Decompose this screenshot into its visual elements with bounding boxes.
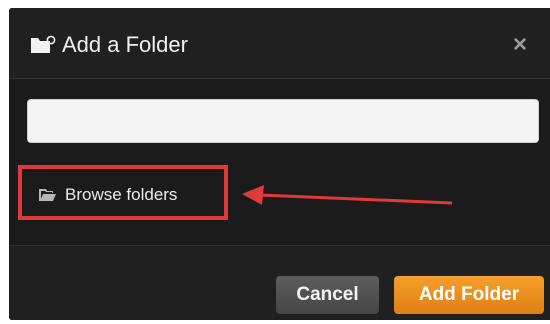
cancel-button[interactable]: Cancel bbox=[276, 276, 379, 314]
folder-path-input[interactable] bbox=[27, 99, 539, 143]
dialog-footer: Cancel Add Folder bbox=[9, 245, 550, 320]
browse-folders-link[interactable]: Browse folders bbox=[39, 185, 177, 205]
add-folder-dialog: Add a Folder × Browse folders Cancel Add… bbox=[9, 8, 550, 320]
folder-plus-icon bbox=[31, 35, 56, 53]
dialog-body: Browse folders bbox=[9, 79, 550, 245]
folder-open-icon bbox=[39, 188, 56, 201]
add-folder-button[interactable]: Add Folder bbox=[394, 276, 544, 314]
title-group: Add a Folder bbox=[30, 32, 188, 58]
browse-folders-label: Browse folders bbox=[65, 185, 178, 204]
dialog-title: Add a Folder bbox=[62, 32, 188, 57]
close-icon[interactable]: × bbox=[513, 33, 527, 57]
dialog-header: Add a Folder × bbox=[9, 8, 550, 79]
annotation-arrow bbox=[242, 185, 453, 205]
